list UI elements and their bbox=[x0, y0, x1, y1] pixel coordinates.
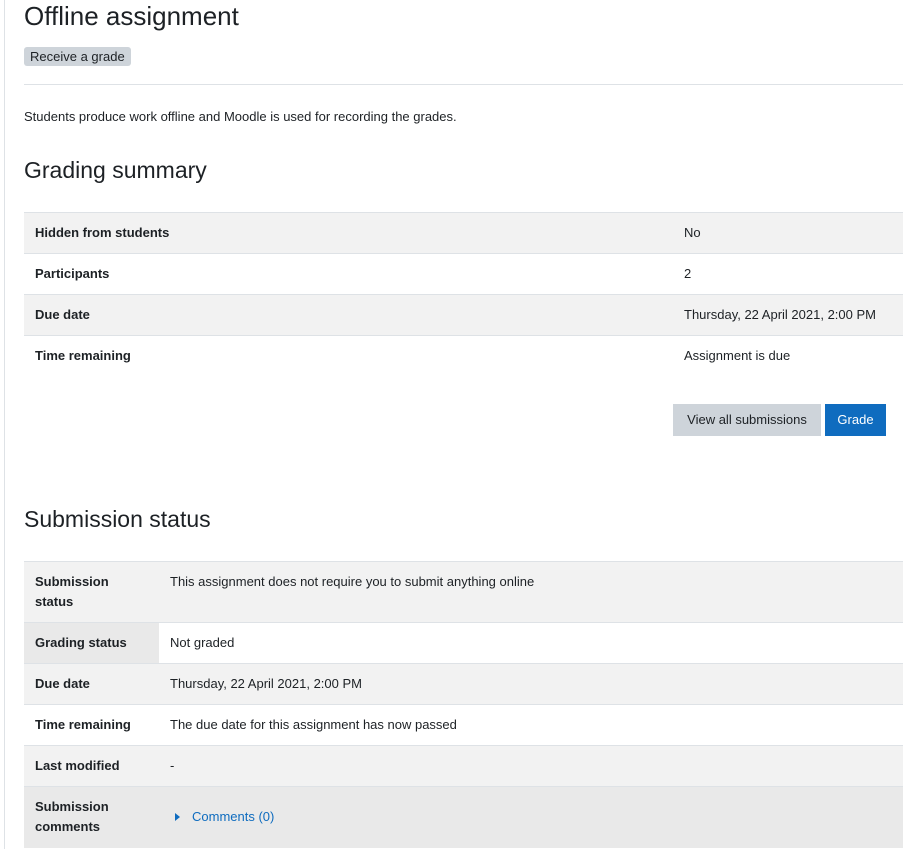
row-value: Assignment is due bbox=[674, 335, 903, 377]
row-value: The due date for this assignment has now… bbox=[159, 704, 903, 746]
grade-button[interactable]: Grade bbox=[825, 404, 886, 436]
grading-summary-table: Hidden from students No Participants 2 D… bbox=[24, 212, 903, 377]
page-title: Offline assignment bbox=[24, 1, 239, 31]
caret-right-icon bbox=[175, 813, 180, 822]
row-value: - bbox=[159, 745, 903, 787]
grading-summary-heading: Grading summary bbox=[24, 157, 207, 183]
table-row: Time remaining Assignment is due bbox=[24, 335, 903, 377]
divider bbox=[24, 84, 903, 85]
activity-badge: Receive a grade bbox=[24, 47, 131, 66]
submission-status-table: Submission status This assignment does n… bbox=[24, 561, 903, 848]
row-label: Due date bbox=[24, 294, 674, 336]
table-row: Submission comments Comments (0) bbox=[24, 786, 903, 848]
table-row: Submission status This assignment does n… bbox=[24, 561, 903, 623]
row-label: Due date bbox=[24, 663, 159, 705]
row-value: Comments (0) bbox=[159, 786, 903, 848]
row-value: Not graded bbox=[159, 622, 903, 664]
table-row: Grading status Not graded bbox=[24, 622, 903, 664]
row-label: Participants bbox=[24, 253, 674, 295]
comments-toggle-link[interactable]: Comments (0) bbox=[170, 807, 274, 827]
row-label: Hidden from students bbox=[24, 212, 674, 254]
row-label: Submission status bbox=[24, 561, 159, 623]
row-value: Thursday, 22 April 2021, 2:00 PM bbox=[674, 294, 903, 336]
table-row: Due date Thursday, 22 April 2021, 2:00 P… bbox=[24, 663, 903, 705]
table-row: Time remaining The due date for this ass… bbox=[24, 704, 903, 746]
comments-link-label: Comments (0) bbox=[192, 809, 275, 825]
row-label: Grading status bbox=[24, 622, 159, 664]
table-row: Participants 2 bbox=[24, 253, 903, 295]
table-row: Hidden from students No bbox=[24, 212, 903, 254]
row-label: Time remaining bbox=[24, 335, 674, 377]
row-value: This assignment does not require you to … bbox=[159, 561, 903, 623]
row-value: 2 bbox=[674, 253, 903, 295]
row-label: Last modified bbox=[24, 745, 159, 787]
table-row: Due date Thursday, 22 April 2021, 2:00 P… bbox=[24, 294, 903, 336]
row-value: No bbox=[674, 212, 903, 254]
table-row: Last modified - bbox=[24, 745, 903, 787]
row-label: Submission comments bbox=[24, 786, 159, 848]
activity-description: Students produce work offline and Moodle… bbox=[24, 109, 457, 124]
row-value: Thursday, 22 April 2021, 2:00 PM bbox=[159, 663, 903, 705]
view-all-submissions-button[interactable]: View all submissions bbox=[673, 404, 821, 436]
submission-status-heading: Submission status bbox=[24, 506, 211, 532]
row-label: Time remaining bbox=[24, 704, 159, 746]
left-border bbox=[4, 0, 5, 849]
